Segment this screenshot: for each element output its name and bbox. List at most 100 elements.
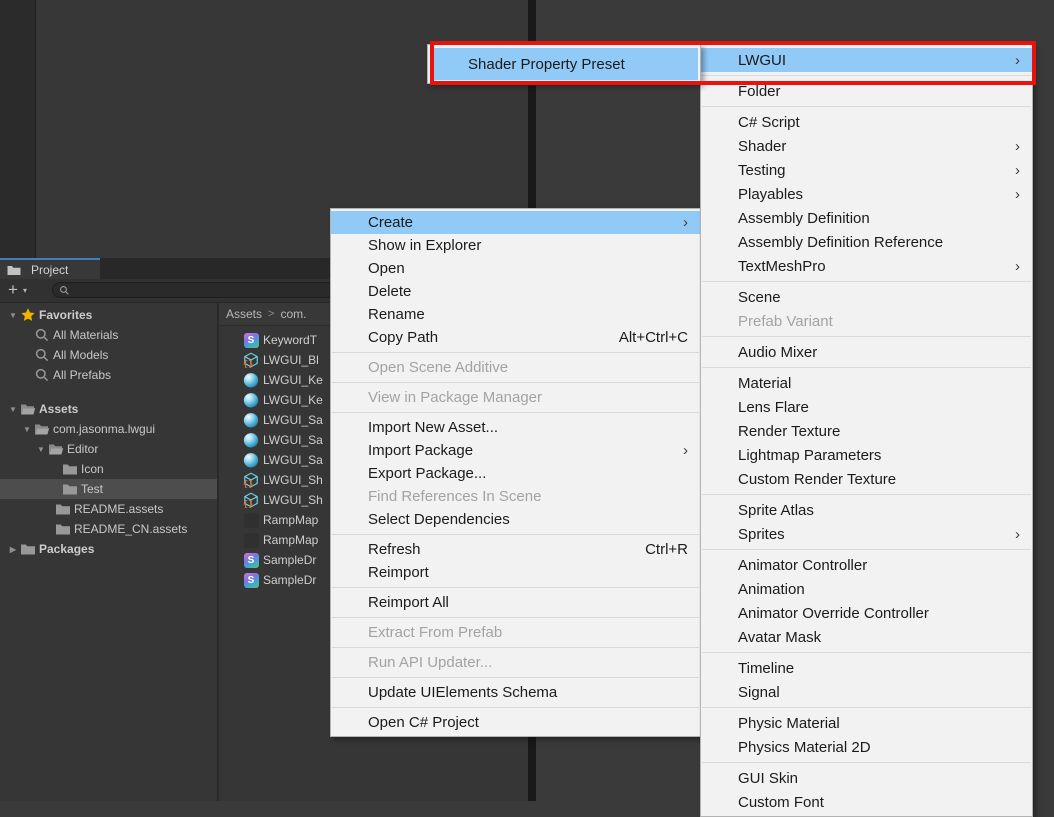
menu-item-reimport-all[interactable]: Reimport All <box>331 591 700 614</box>
tree-item-all-materials[interactable]: All Materials <box>0 325 217 345</box>
menu-item-scene[interactable]: Scene <box>701 285 1032 309</box>
menu-separator <box>332 677 699 678</box>
menu-separator <box>702 652 1031 653</box>
menu-item-custom-render-texture[interactable]: Custom Render Texture <box>701 467 1032 491</box>
menu-item-assembly-definition[interactable]: Assembly Definition <box>701 206 1032 230</box>
menu-item-textmeshpro[interactable]: TextMeshPro› <box>701 254 1032 278</box>
tree-item-editor[interactable]: ▼Editor <box>0 439 217 459</box>
menu-item-export-package[interactable]: Export Package... <box>331 462 700 485</box>
menu-item-c-script[interactable]: C# Script <box>701 110 1032 134</box>
menu-item-physics-material-2d[interactable]: Physics Material 2D <box>701 735 1032 759</box>
menu-item-rename[interactable]: Rename <box>331 303 700 326</box>
lwgui-submenu: Shader Property Preset <box>427 44 701 84</box>
menu-item-sprite-atlas[interactable]: Sprite Atlas <box>701 498 1032 522</box>
menu-item-lightmap-parameters[interactable]: Lightmap Parameters <box>701 443 1032 467</box>
menu-separator <box>332 587 699 588</box>
menu-item-refresh[interactable]: RefreshCtrl+R <box>331 538 700 561</box>
tree-item-packages[interactable]: ▶Packages <box>0 539 217 559</box>
menu-item-physic-material[interactable]: Physic Material <box>701 711 1032 735</box>
expand-triangle-icon[interactable]: ▼ <box>6 405 20 414</box>
menu-item-animator-override-controller[interactable]: Animator Override Controller <box>701 601 1032 625</box>
script-icon: S <box>243 572 259 588</box>
plus-icon: + <box>8 280 18 299</box>
submenu-arrow-icon: › <box>683 439 688 462</box>
file-name-label: SampleDr <box>263 553 316 567</box>
menu-item-open-scene-additive[interactable]: Open Scene Additive <box>331 356 700 379</box>
tree-item-icon[interactable]: Icon <box>0 459 217 479</box>
tree-item-label: Icon <box>81 462 104 476</box>
menu-item-avatar-mask[interactable]: Avatar Mask <box>701 625 1032 649</box>
menu-item-label: Physics Material 2D <box>738 739 871 756</box>
menu-item-label: Show in Explorer <box>368 237 481 254</box>
menu-item-lens-flare[interactable]: Lens Flare <box>701 395 1032 419</box>
menu-item-open[interactable]: Open <box>331 257 700 280</box>
menu-item-custom-font[interactable]: Custom Font <box>701 790 1032 814</box>
menu-item-gui-skin[interactable]: GUI Skin <box>701 766 1032 790</box>
menu-item-label: Open Scene Additive <box>368 359 508 376</box>
collapse-triangle-icon[interactable]: ▶ <box>6 545 20 554</box>
menu-item-delete[interactable]: Delete <box>331 280 700 303</box>
menu-separator <box>702 494 1031 495</box>
menu-item-timeline[interactable]: Timeline <box>701 656 1032 680</box>
tree-item-assets[interactable]: ▼Assets <box>0 399 217 419</box>
breadcrumb-item[interactable]: com. <box>280 307 306 321</box>
menu-item-label: Testing <box>738 162 786 179</box>
menu-item-shader[interactable]: Shader› <box>701 134 1032 158</box>
menu-item-open-c-project[interactable]: Open C# Project <box>331 711 700 734</box>
menu-item-show-in-explorer[interactable]: Show in Explorer <box>331 234 700 257</box>
tree-item-all-models[interactable]: All Models <box>0 345 217 365</box>
menu-item-extract-from-prefab[interactable]: Extract From Prefab <box>331 621 700 644</box>
menu-item-prefab-variant[interactable]: Prefab Variant <box>701 309 1032 333</box>
menu-item-shortcut: Ctrl+R <box>645 541 688 558</box>
menu-item-label: Find References In Scene <box>368 488 541 505</box>
menu-item-shader-property-preset[interactable]: Shader Property Preset <box>430 48 698 80</box>
tab-project[interactable]: Project <box>0 258 100 279</box>
submenu-arrow-icon: › <box>1015 134 1020 158</box>
menu-item-import-package[interactable]: Import Package› <box>331 439 700 462</box>
menu-item-render-texture[interactable]: Render Texture <box>701 419 1032 443</box>
breadcrumb-item[interactable]: Assets <box>226 307 262 321</box>
tree-item-test[interactable]: Test <box>0 479 217 499</box>
menu-item-update-uielements-schema[interactable]: Update UIElements Schema <box>331 681 700 704</box>
tree-item-label: Test <box>81 482 103 496</box>
create-asset-button[interactable]: + <box>4 280 22 300</box>
shader-asset-icon: {} <box>243 472 259 488</box>
tree-item-com-jasonma-lwgui[interactable]: ▼com.jasonma.lwgui <box>0 419 217 439</box>
menu-item-audio-mixer[interactable]: Audio Mixer <box>701 340 1032 364</box>
expand-triangle-icon[interactable]: ▼ <box>20 425 34 434</box>
menu-item-reimport[interactable]: Reimport <box>331 561 700 584</box>
menu-item-import-new-asset[interactable]: Import New Asset... <box>331 416 700 439</box>
menu-item-material[interactable]: Material <box>701 371 1032 395</box>
menu-item-sprites[interactable]: Sprites› <box>701 522 1032 546</box>
menu-item-copy-path[interactable]: Copy PathAlt+Ctrl+C <box>331 326 700 349</box>
tree-item-readme-cn-assets[interactable]: README_CN.assets <box>0 519 217 539</box>
menu-item-playables[interactable]: Playables› <box>701 182 1032 206</box>
menu-item-lwgui[interactable]: LWGUI› <box>701 48 1032 72</box>
menu-item-animation[interactable]: Animation <box>701 577 1032 601</box>
expand-triangle-icon[interactable]: ▼ <box>34 445 48 454</box>
menu-separator <box>332 707 699 708</box>
menu-item-label: Delete <box>368 283 411 300</box>
menu-item-assembly-definition-reference[interactable]: Assembly Definition Reference <box>701 230 1032 254</box>
menu-item-run-api-updater[interactable]: Run API Updater... <box>331 651 700 674</box>
menu-item-view-in-package-manager[interactable]: View in Package Manager <box>331 386 700 409</box>
search-icon <box>34 367 50 383</box>
folder-icon <box>55 501 71 517</box>
expand-triangle-icon[interactable]: ▼ <box>6 311 20 320</box>
menu-item-create[interactable]: Create› <box>331 211 700 234</box>
menu-item-select-dependencies[interactable]: Select Dependencies <box>331 508 700 531</box>
tree-item-all-prefabs[interactable]: All Prefabs <box>0 365 217 385</box>
menu-item-label: Lightmap Parameters <box>738 447 881 464</box>
menu-item-folder[interactable]: Folder <box>701 79 1032 103</box>
menu-item-label: Playables <box>738 186 803 203</box>
dropdown-caret-icon[interactable]: ▾ <box>23 280 35 300</box>
menu-item-label: Open <box>368 260 405 277</box>
menu-item-testing[interactable]: Testing› <box>701 158 1032 182</box>
menu-item-animator-controller[interactable]: Animator Controller <box>701 553 1032 577</box>
menu-item-find-references-in-scene[interactable]: Find References In Scene <box>331 485 700 508</box>
tree-item-readme-assets[interactable]: README.assets <box>0 499 217 519</box>
menu-item-label: Signal <box>738 684 780 701</box>
tree-item-favorites[interactable]: ▼Favorites <box>0 305 217 325</box>
menu-item-signal[interactable]: Signal <box>701 680 1032 704</box>
menu-item-label: Timeline <box>738 660 794 677</box>
